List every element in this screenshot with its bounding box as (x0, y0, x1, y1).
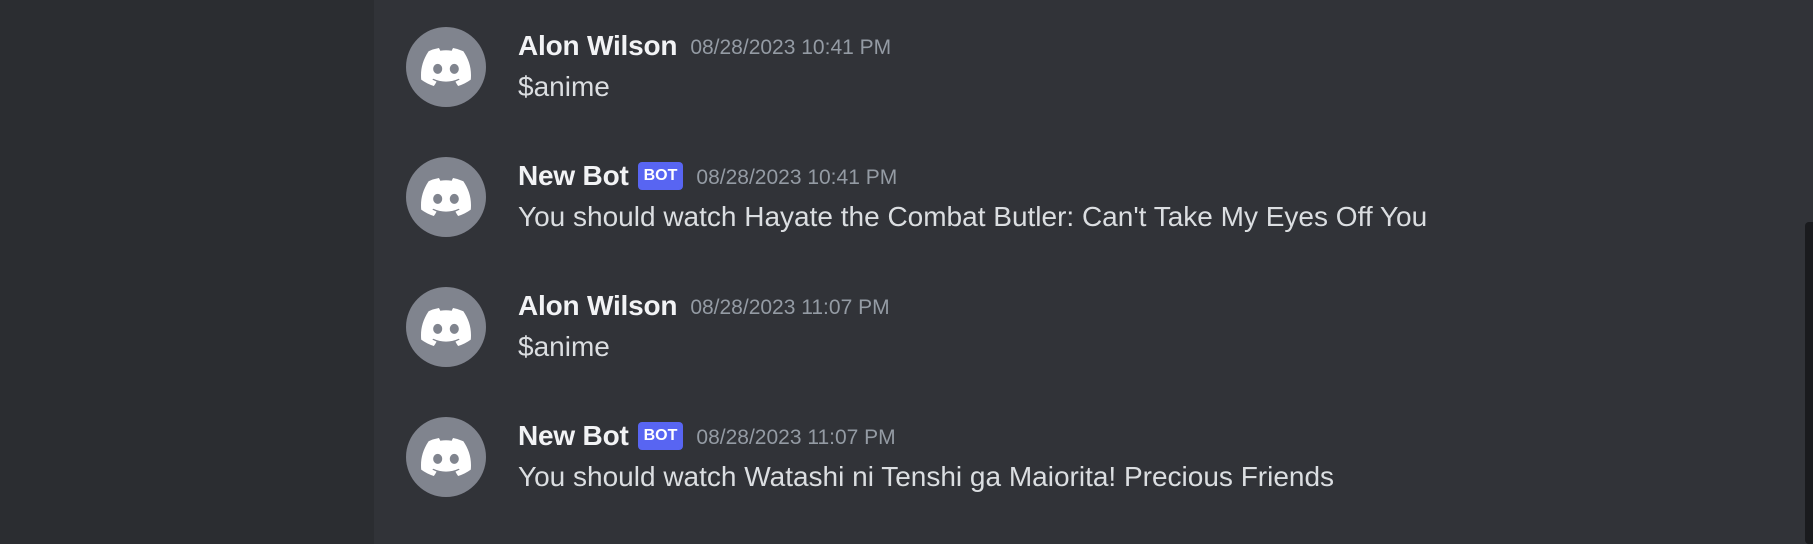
username[interactable]: New Bot (518, 420, 629, 452)
message-item[interactable]: Alon Wilson 08/28/2023 11:07 PM $anime (406, 287, 1766, 377)
discord-logo-icon (421, 438, 471, 476)
scrollbar-thumb[interactable] (1805, 222, 1813, 544)
username[interactable]: Alon Wilson (518, 30, 678, 62)
message-item[interactable]: New Bot BOT 08/28/2023 10:41 PM You shou… (406, 157, 1766, 247)
scrollbar[interactable] (1805, 0, 1813, 544)
message-content: $anime (518, 331, 610, 362)
message-content: $anime (518, 71, 610, 102)
bot-badge: BOT (637, 422, 684, 450)
discord-logo-icon (421, 178, 471, 216)
message-content: You should watch Hayate the Combat Butle… (518, 201, 1428, 232)
avatar[interactable] (406, 157, 486, 237)
message-header: New Bot BOT 08/28/2023 10:41 PM (518, 159, 897, 193)
message-content: You should watch Watashi ni Tenshi ga Ma… (518, 461, 1335, 492)
avatar[interactable] (406, 287, 486, 367)
discord-logo-icon (421, 48, 471, 86)
timestamp: 08/28/2023 10:41 PM (690, 36, 892, 59)
message-item[interactable]: Alon Wilson 08/28/2023 10:41 PM $anime (406, 27, 1766, 117)
timestamp: 08/28/2023 11:07 PM (696, 426, 896, 449)
message-header: Alon Wilson 08/28/2023 11:07 PM (518, 289, 890, 323)
discord-window: Alon Wilson 08/28/2023 10:41 PM $anime N… (0, 0, 1813, 544)
username[interactable]: Alon Wilson (518, 290, 678, 322)
username[interactable]: New Bot (518, 160, 629, 192)
message-header: New Bot BOT 08/28/2023 11:07 PM (518, 419, 896, 453)
message-list[interactable]: Alon Wilson 08/28/2023 10:41 PM $anime N… (374, 0, 1813, 544)
message-header: Alon Wilson 08/28/2023 10:41 PM (518, 29, 891, 63)
discord-logo-icon (421, 308, 471, 346)
avatar[interactable] (406, 417, 486, 497)
avatar[interactable] (406, 27, 486, 107)
timestamp: 08/28/2023 11:07 PM (690, 296, 890, 319)
timestamp: 08/28/2023 10:41 PM (696, 166, 898, 189)
message-item[interactable]: New Bot BOT 08/28/2023 11:07 PM You shou… (406, 417, 1766, 507)
channel-sidebar (0, 0, 374, 544)
bot-badge: BOT (637, 162, 684, 190)
